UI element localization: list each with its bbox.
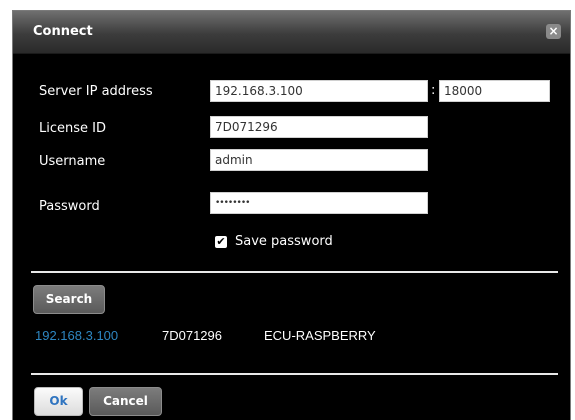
port-separator: : [431, 83, 436, 98]
divider-bottom [31, 373, 558, 375]
dialog-title: Connect [33, 24, 93, 39]
search-button[interactable]: Search [33, 285, 105, 314]
ok-button[interactable]: Ok [34, 387, 83, 416]
divider-top [31, 271, 558, 273]
close-icon[interactable]: × [546, 24, 561, 39]
result-license-id: 7D071296 [162, 328, 222, 343]
username-label: Username [39, 154, 106, 169]
result-ip[interactable]: 192.168.3.100 [35, 328, 118, 343]
connect-dialog: Connect × Server IP address 192.168.3.10… [12, 10, 571, 420]
result-device-name: ECU-RASPBERRY [264, 328, 376, 343]
license-id-label: License ID [39, 121, 106, 136]
server-ip-input[interactable]: 192.168.3.100 [210, 80, 428, 102]
port-input[interactable]: 18000 [439, 80, 550, 102]
password-input[interactable]: •••••••• [210, 192, 428, 214]
license-id-input[interactable]: 7D071296 [210, 116, 428, 138]
username-input[interactable]: admin [210, 149, 428, 171]
save-password-checkbox[interactable]: ✔ [215, 236, 227, 248]
cancel-button[interactable]: Cancel [89, 387, 162, 416]
server-ip-label: Server IP address [39, 84, 153, 99]
save-password-label: Save password [235, 234, 333, 249]
password-label: Password [39, 199, 100, 214]
title-bar: Connect × [13, 11, 570, 54]
